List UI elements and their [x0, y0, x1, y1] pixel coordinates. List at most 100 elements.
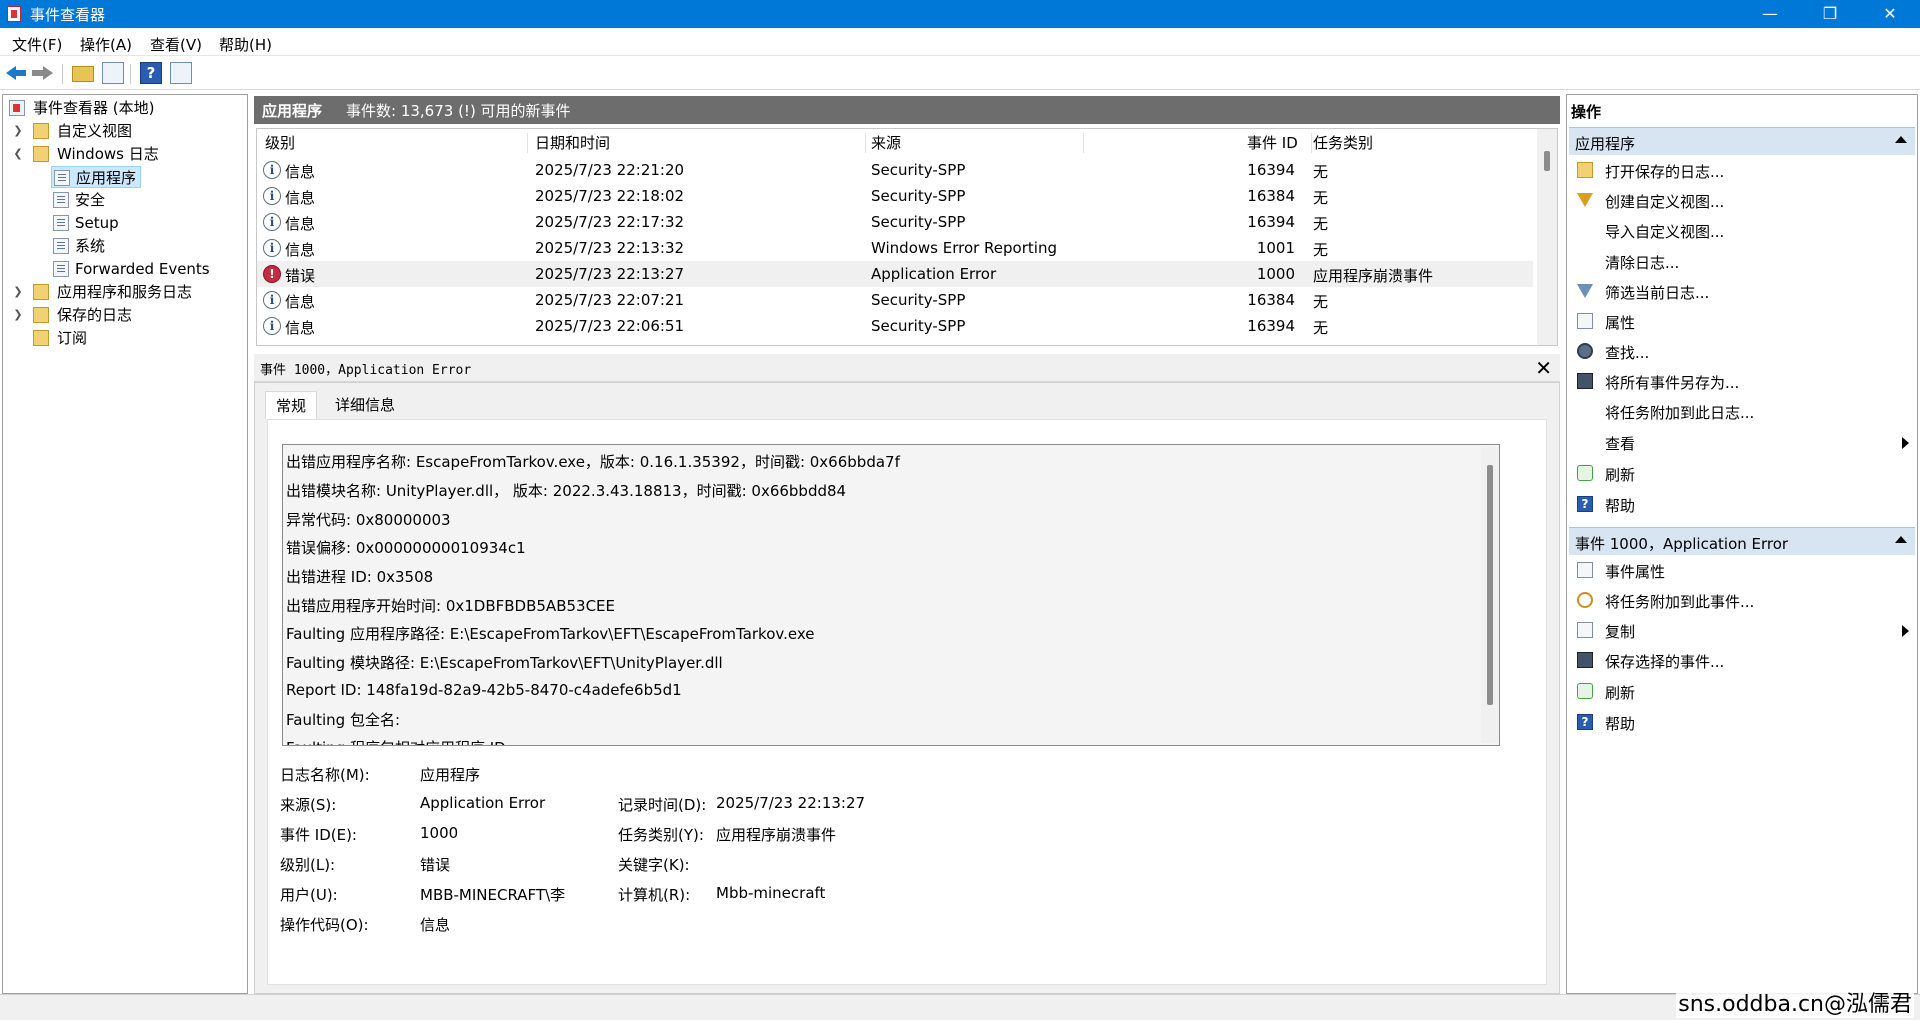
- actions-section-application[interactable]: 应用程序: [1569, 127, 1915, 155]
- event-list-scrollbar[interactable]: [1537, 129, 1557, 345]
- cell-level: 信息: [285, 189, 316, 207]
- cell-task: 无: [1313, 241, 1329, 259]
- action-create-custom-view[interactable]: 创建自定义视图...: [1569, 187, 1915, 213]
- action-help[interactable]: ? 帮助: [1569, 491, 1915, 517]
- close-button[interactable]: ✕: [1860, 0, 1920, 28]
- minimize-button[interactable]: —: [1740, 0, 1800, 28]
- up-folder-icon[interactable]: [72, 66, 94, 82]
- tree-item-custom-views[interactable]: ❯ 自定义视图: [7, 120, 132, 142]
- info-icon: i: [263, 213, 281, 231]
- tree-item-security[interactable]: 安全: [51, 189, 105, 211]
- tab-general[interactable]: 常规: [265, 391, 318, 419]
- tree-item-saved-logs[interactable]: ❯ 保存的日志: [7, 304, 132, 326]
- table-row[interactable]: i 信息 2025/7/23 22:13:32 Windows Error Re…: [257, 235, 1533, 261]
- chevron-right-icon[interactable]: ❯: [13, 120, 23, 142]
- help-icon[interactable]: ?: [140, 62, 162, 84]
- tab-details[interactable]: 详细信息: [325, 391, 405, 419]
- info-icon: i: [263, 239, 281, 257]
- action-open-saved-log[interactable]: 打开保存的日志...: [1569, 157, 1915, 183]
- properties-icon: [1577, 313, 1593, 329]
- actions-section-event[interactable]: 事件 1000，Application Error: [1569, 527, 1915, 555]
- level-value: 错误: [420, 856, 451, 874]
- restore-button[interactable]: ❐: [1800, 0, 1860, 28]
- opcode-label: 操作代码(O):: [280, 916, 369, 934]
- action-find[interactable]: 查找...: [1569, 338, 1915, 364]
- table-row[interactable]: i 信息 2025/7/23 22:06:51 Security-SPP 163…: [257, 313, 1533, 339]
- action-refresh[interactable]: 刷新: [1569, 460, 1915, 486]
- window-title: 事件查看器: [30, 6, 106, 24]
- info-icon: i: [263, 317, 281, 335]
- tree-item-setup[interactable]: Setup: [51, 212, 119, 234]
- action-label: 导入自定义视图...: [1605, 223, 1725, 241]
- event-viewer-icon: [7, 6, 21, 22]
- table-row[interactable]: i 信息 2025/7/23 22:17:32 Security-SPP 163…: [257, 209, 1533, 235]
- action-label: 查看: [1605, 435, 1636, 453]
- collapse-icon[interactable]: [1895, 536, 1907, 543]
- action-refresh-event[interactable]: 刷新: [1569, 678, 1915, 704]
- tree-item-subscriptions[interactable]: 订阅: [7, 327, 87, 349]
- table-row[interactable]: i 信息 2025/7/23 22:18:02 Security-SPP 163…: [257, 183, 1533, 209]
- back-arrow-icon[interactable]: [6, 62, 28, 84]
- collapse-icon[interactable]: [1895, 136, 1907, 143]
- action-event-properties[interactable]: 事件属性: [1569, 557, 1915, 583]
- cell-level: 信息: [285, 215, 316, 233]
- menu-file[interactable]: 文件(F): [12, 34, 62, 55]
- table-row-selected[interactable]: ! 错误 2025/7/23 22:13:27 Application Erro…: [257, 261, 1533, 287]
- folder-icon: [33, 146, 49, 162]
- action-clear-log[interactable]: 清除日志...: [1569, 248, 1915, 274]
- table-row[interactable]: i 信息 2025/7/23 22:21:20 Security-SPP 163…: [257, 157, 1533, 183]
- description-line: 错误偏移: 0x00000000010934c1: [286, 539, 526, 557]
- menu-action[interactable]: 操作(A): [80, 34, 132, 55]
- action-view[interactable]: 查看: [1569, 429, 1915, 455]
- task-category-value: 应用程序崩溃事件: [716, 826, 837, 844]
- menu-view[interactable]: 查看(V): [150, 34, 202, 55]
- menu-help[interactable]: 帮助(H): [219, 34, 272, 55]
- cell-source: Security-SPP: [871, 317, 966, 335]
- scrollbar-thumb[interactable]: [1487, 465, 1493, 705]
- description-line: 出错进程 ID: 0x3508: [286, 568, 434, 586]
- event-detail-panel: 常规 详细信息 出错应用程序名称: EscapeFromTarkov.exe，版…: [254, 382, 1560, 994]
- save-icon: [1577, 373, 1593, 389]
- action-save-selected-events[interactable]: 保存选择的事件...: [1569, 647, 1915, 673]
- binoculars-icon: [1577, 343, 1593, 359]
- action-save-all-events[interactable]: 将所有事件另存为...: [1569, 368, 1915, 394]
- tree-item-application[interactable]: 应用程序: [51, 166, 142, 188]
- scrollbar-thumb[interactable]: [1544, 151, 1550, 171]
- event-description[interactable]: 出错应用程序名称: EscapeFromTarkov.exe，版本: 0.16.…: [282, 444, 1500, 746]
- chevron-right-icon[interactable]: ❯: [13, 304, 23, 326]
- table-row[interactable]: i 信息 2025/7/23 22:07:21 Security-SPP 163…: [257, 287, 1533, 313]
- cell-datetime: 2025/7/23 22:17:32: [535, 213, 685, 231]
- close-icon[interactable]: ✕: [1535, 356, 1552, 380]
- description-scrollbar[interactable]: [1481, 447, 1499, 743]
- tree-item-system[interactable]: 系统: [51, 235, 105, 257]
- chevron-down-icon[interactable]: ❮: [13, 143, 23, 165]
- show-hide-action-pane-icon[interactable]: [170, 62, 192, 84]
- log-header: 应用程序 事件数: 13,673 (!) 可用的新事件: [254, 96, 1560, 124]
- tree-item-root[interactable]: 事件查看器 (本地): [7, 97, 154, 119]
- action-import-custom-view[interactable]: 导入自定义视图...: [1569, 217, 1915, 243]
- log-icon: [53, 238, 69, 254]
- column-header-event-id[interactable]: 事件 ID: [1247, 129, 1298, 157]
- cell-datetime: 2025/7/23 22:06:51: [535, 317, 685, 335]
- show-hide-tree-icon[interactable]: [102, 62, 124, 84]
- forward-arrow-icon[interactable]: [32, 62, 54, 84]
- action-help-event[interactable]: ? 帮助: [1569, 709, 1915, 735]
- chevron-right-icon[interactable]: ❯: [13, 281, 23, 303]
- tree-item-app-service-logs[interactable]: ❯ 应用程序和服务日志: [7, 281, 192, 303]
- help-icon: ?: [1577, 714, 1593, 730]
- navigation-tree: 事件查看器 (本地) ❯ 自定义视图 ❮ Windows 日志 应用程序 安全 …: [2, 94, 248, 994]
- action-filter-log[interactable]: 筛选当前日志...: [1569, 278, 1915, 304]
- column-header-task-category[interactable]: 任务类别: [1313, 129, 1373, 157]
- action-attach-task-log[interactable]: 将任务附加到此日志...: [1569, 398, 1915, 424]
- action-properties[interactable]: 属性: [1569, 308, 1915, 334]
- column-header-datetime[interactable]: 日期和时间: [535, 129, 610, 157]
- action-copy[interactable]: 复制: [1569, 617, 1915, 643]
- toolbar-divider: [62, 64, 63, 84]
- column-header-source[interactable]: 来源: [871, 129, 901, 157]
- action-attach-task-event[interactable]: 将任务附加到此事件...: [1569, 587, 1915, 613]
- tree-item-windows-logs[interactable]: ❮ Windows 日志: [7, 143, 158, 165]
- tree-item-forwarded-events[interactable]: Forwarded Events: [51, 258, 210, 280]
- column-header-level[interactable]: 级别: [265, 129, 295, 157]
- log-icon: [53, 261, 69, 277]
- user-label: 用户(U):: [280, 886, 338, 904]
